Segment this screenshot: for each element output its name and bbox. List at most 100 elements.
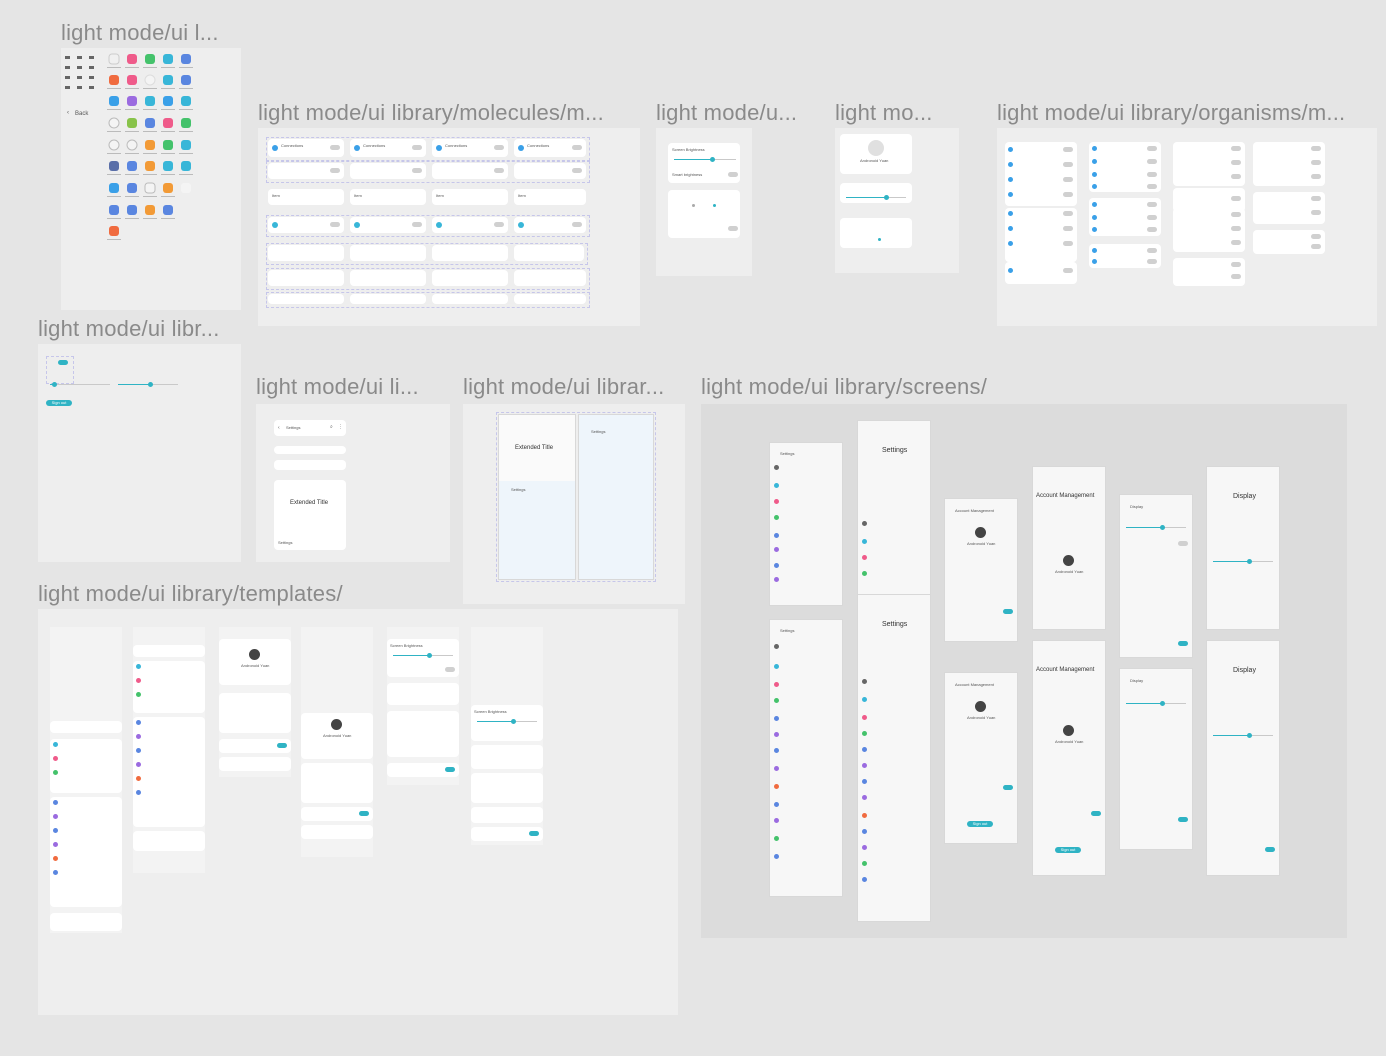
- section-title-librar[interactable]: light mode/ui librar...: [463, 374, 664, 400]
- slider[interactable]: [50, 382, 110, 387]
- toggle[interactable]: [1147, 159, 1157, 164]
- list-row-card[interactable]: [268, 270, 344, 286]
- toggle[interactable]: [1311, 196, 1321, 201]
- toggle[interactable]: [1311, 146, 1321, 151]
- connection-card[interactable]: [268, 163, 344, 179]
- connection-card[interactable]: Connections: [350, 139, 426, 157]
- item-card[interactable]: Item: [268, 189, 344, 205]
- list-row-card[interactable]: [432, 270, 508, 286]
- connection-card[interactable]: [514, 217, 586, 233]
- item-card[interactable]: [432, 245, 508, 261]
- toggle[interactable]: [1063, 268, 1073, 273]
- toggle[interactable]: [1231, 160, 1241, 165]
- button-card[interactable]: [514, 294, 586, 304]
- toggle[interactable]: [1063, 162, 1073, 167]
- toggle[interactable]: [1147, 184, 1157, 189]
- edge-toggle[interactable]: [1178, 817, 1188, 822]
- organism-list-card[interactable]: [1173, 208, 1245, 252]
- toggle[interactable]: [572, 222, 582, 227]
- edge-toggle[interactable]: [1265, 847, 1275, 852]
- toggle[interactable]: [445, 767, 455, 772]
- brightness-slider[interactable]: [1126, 701, 1186, 706]
- section-title-screens[interactable]: light mode/ui library/screens/: [701, 374, 987, 400]
- toggle[interactable]: [1147, 146, 1157, 151]
- toggle[interactable]: [1231, 146, 1241, 151]
- item-card[interactable]: [350, 245, 426, 261]
- organism-list-card[interactable]: [1005, 262, 1077, 284]
- section-title-organisms[interactable]: light mode/ui library/organisms/m...: [997, 100, 1345, 126]
- toggle[interactable]: [1063, 226, 1073, 231]
- item-card[interactable]: Item: [514, 189, 586, 205]
- smart-brightness-toggle[interactable]: [445, 667, 455, 672]
- brightness-slider[interactable]: [477, 719, 537, 724]
- brightness-slider[interactable]: [1126, 525, 1186, 530]
- toggle[interactable]: [412, 222, 422, 227]
- toggle[interactable]: [1231, 262, 1241, 267]
- connection-toggle[interactable]: [494, 145, 504, 150]
- brightness-slider[interactable]: [846, 195, 906, 200]
- section-title-mo[interactable]: light mo...: [835, 100, 933, 126]
- organism-list-card[interactable]: [1089, 244, 1161, 268]
- profile-card[interactable]: Andronoid Yuan: [840, 134, 912, 174]
- organism-list-card[interactable]: [1253, 230, 1325, 254]
- back-arrow-icon[interactable]: ‹: [278, 425, 280, 431]
- toggle[interactable]: [1147, 259, 1157, 264]
- organism-list-card[interactable]: [1005, 142, 1077, 206]
- toggle[interactable]: [1231, 174, 1241, 179]
- toggle[interactable]: [1063, 177, 1073, 182]
- toggle[interactable]: [494, 168, 504, 173]
- button-card[interactable]: [268, 294, 344, 304]
- toggle[interactable]: [1231, 212, 1241, 217]
- organism-list-card[interactable]: [1253, 192, 1325, 224]
- button-card[interactable]: [350, 294, 426, 304]
- section-title-templates[interactable]: light mode/ui library/templates/: [38, 581, 343, 607]
- toggle[interactable]: [1147, 172, 1157, 177]
- section-title-molecules[interactable]: light mode/ui library/molecules/m...: [258, 100, 604, 126]
- connection-card[interactable]: Connections: [432, 139, 508, 157]
- organism-list-card[interactable]: [1089, 142, 1161, 192]
- list-row-card[interactable]: [514, 270, 586, 286]
- toggle[interactable]: [1147, 215, 1157, 220]
- toggle[interactable]: [1063, 241, 1073, 246]
- section-title-li[interactable]: light mode/ui li...: [256, 374, 419, 400]
- search-icon[interactable]: ⌕: [330, 424, 333, 430]
- item-card[interactable]: Item: [432, 189, 508, 205]
- smart-manager-toggle[interactable]: [1003, 609, 1013, 614]
- toggle[interactable]: [330, 168, 340, 173]
- organism-list-card[interactable]: [1089, 198, 1161, 236]
- dark-mode-toggle[interactable]: [728, 226, 738, 231]
- brightness-slider[interactable]: [1213, 733, 1273, 738]
- connection-card[interactable]: [432, 163, 508, 179]
- edge-toggle[interactable]: [1178, 641, 1188, 646]
- connection-toggle[interactable]: [412, 145, 422, 150]
- connection-card[interactable]: [514, 163, 586, 179]
- item-card[interactable]: [514, 245, 584, 261]
- brightness-slider[interactable]: [1213, 559, 1273, 564]
- connection-toggle[interactable]: [572, 145, 582, 150]
- organism-list-card[interactable]: [1173, 142, 1245, 186]
- smart-manager-toggle[interactable]: [1003, 785, 1013, 790]
- sign-out-button[interactable]: Sign out: [1055, 847, 1081, 853]
- connection-card[interactable]: [268, 217, 344, 233]
- toggle[interactable]: [1311, 174, 1321, 179]
- toggle[interactable]: [330, 222, 340, 227]
- toggle[interactable]: [359, 811, 369, 816]
- toggle[interactable]: [1147, 202, 1157, 207]
- toggle[interactable]: [1311, 244, 1321, 249]
- toggle[interactable]: [529, 831, 539, 836]
- nav-bar[interactable]: [274, 460, 346, 470]
- item-card[interactable]: [268, 245, 344, 261]
- connection-toggle[interactable]: [330, 145, 340, 150]
- toggle[interactable]: [1063, 192, 1073, 197]
- top-app-bar[interactable]: ‹ Settings ⌕ ⋮: [274, 420, 346, 436]
- section-title-u[interactable]: light mode/u...: [656, 100, 797, 126]
- section-title-icons[interactable]: light mode/ui l...: [61, 20, 219, 46]
- toggle[interactable]: [1311, 160, 1321, 165]
- toggle-on[interactable]: [58, 360, 68, 365]
- smart-manager-toggle[interactable]: [1091, 811, 1101, 816]
- toggle[interactable]: [1231, 226, 1241, 231]
- toggle[interactable]: [277, 743, 287, 748]
- toggle[interactable]: [1231, 274, 1241, 279]
- toggle[interactable]: [1147, 248, 1157, 253]
- slider[interactable]: [118, 382, 178, 387]
